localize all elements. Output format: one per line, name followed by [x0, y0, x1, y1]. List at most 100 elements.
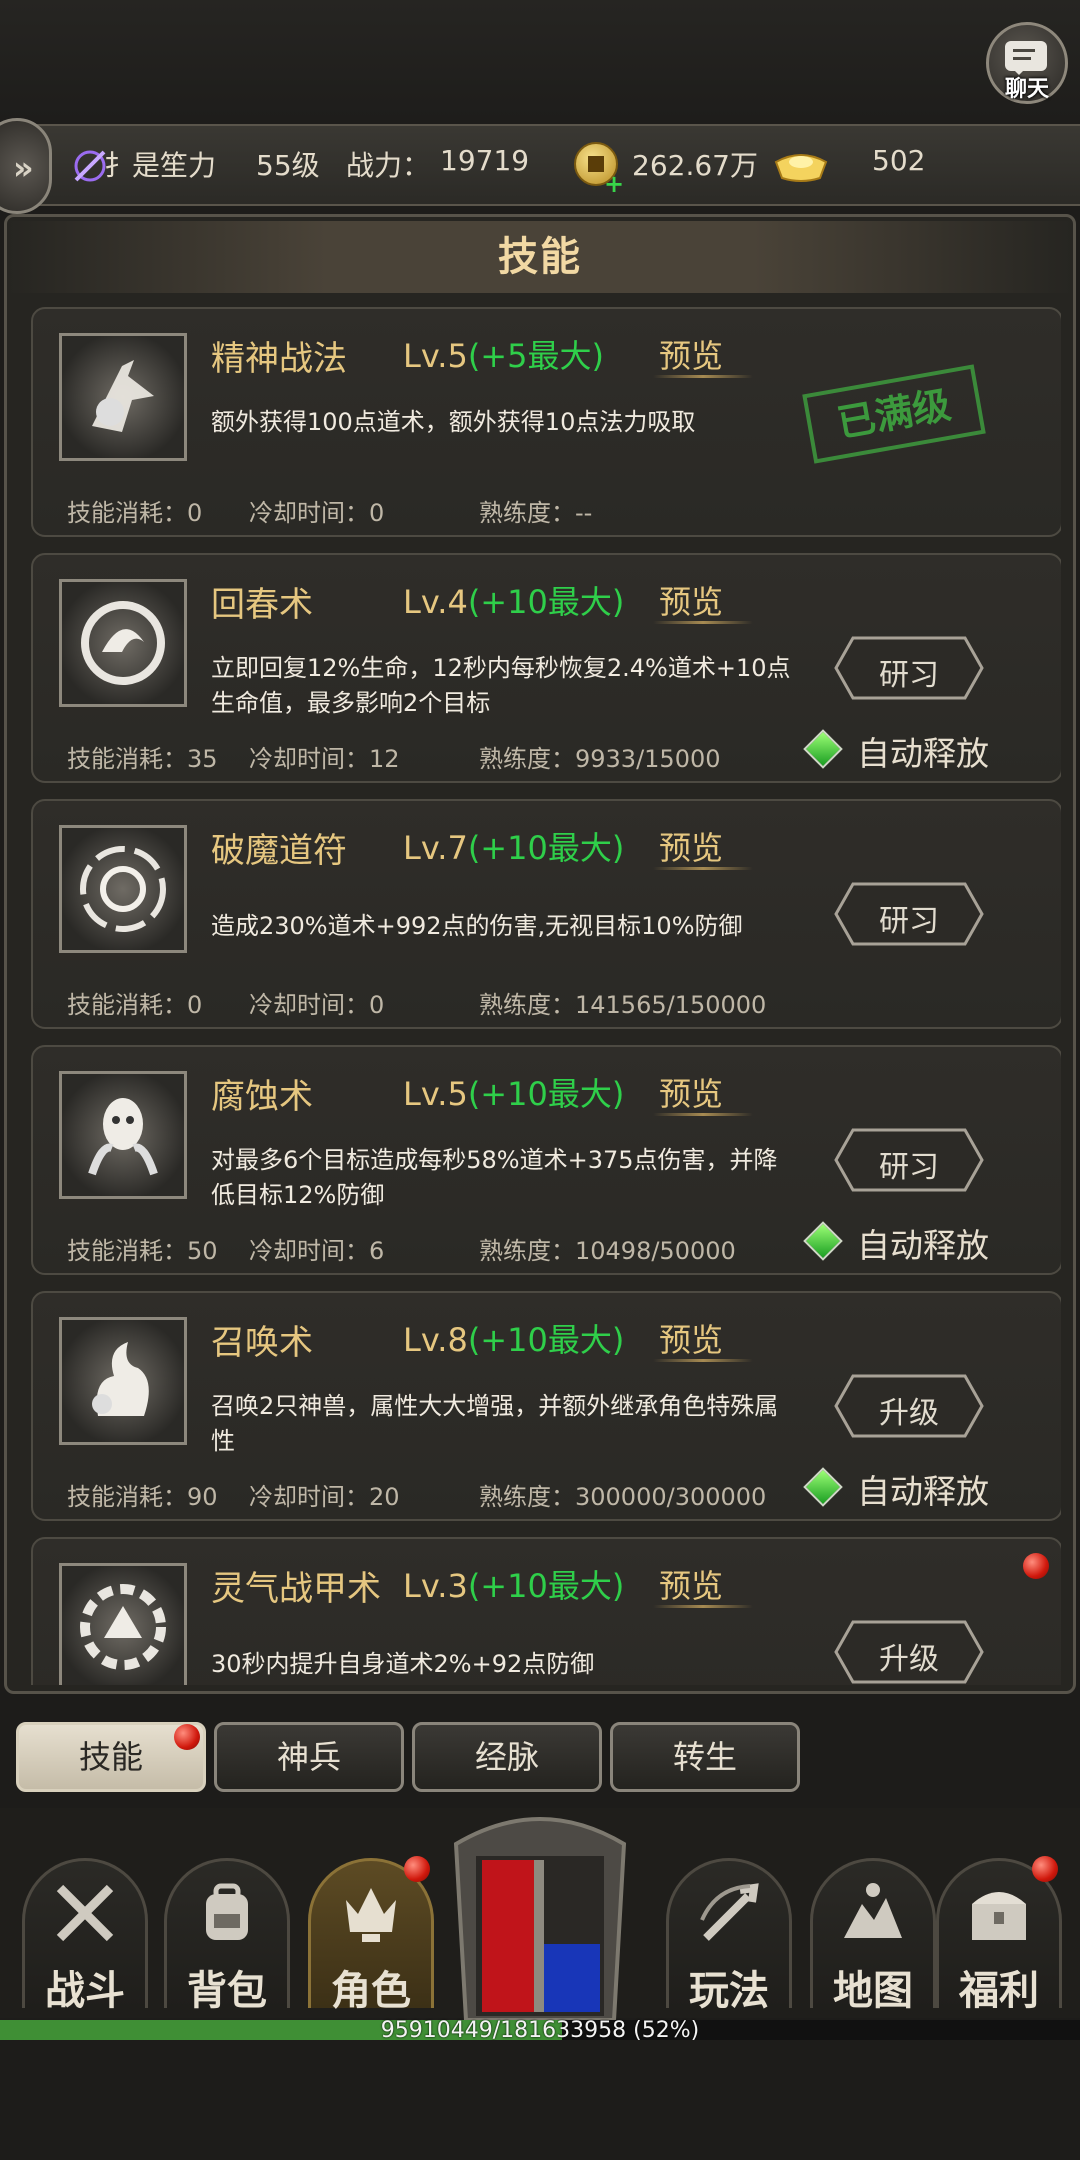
add-coin-icon[interactable]: + [604, 170, 624, 198]
skill-cost: 技能消耗：90 [67, 1483, 218, 1511]
skill-level-bonus: (+10最大) [467, 1567, 625, 1605]
skill-proficiency: 熟练度：10498/50000 [479, 1237, 736, 1265]
skill-name: 回春术 [211, 585, 313, 625]
chat-label: 聊天 [1004, 77, 1049, 102]
skill-proficiency: 熟练度：9933/15000 [479, 745, 721, 773]
skill-card[interactable]: 召唤术 Lv.8(+10最大) 预览 召唤2只神兽，属性大大增强，并额外继承角色… [31, 1291, 1061, 1521]
panel-title: 技能 [7, 221, 1073, 293]
skill-card[interactable]: 精神战法 Lv.5(+5最大) 预览 额外获得100点道术，额外获得10点法力吸… [31, 307, 1061, 537]
skill-level: Lv.3(+10最大) [403, 1567, 625, 1605]
nav-label: 背包 [187, 1968, 267, 2014]
tab-divine-weapon[interactable]: 神兵 [214, 1722, 404, 1792]
notification-dot [404, 1856, 430, 1882]
skill-level-bonus: (+10最大) [467, 583, 625, 621]
nav-label: 福利 [959, 1968, 1039, 2014]
chevron-right-icon: » [13, 149, 34, 187]
nav-battle[interactable]: 战斗 [22, 1858, 148, 2014]
skill-proficiency: 熟练度：-- [479, 499, 593, 527]
skill-proficiency: 熟练度：141565/150000 [479, 991, 767, 1019]
nav-backpack[interactable]: 背包 [164, 1858, 290, 2014]
skill-name: 破魔道符 [211, 831, 347, 871]
chat-button[interactable]: 聊天 [986, 22, 1068, 104]
preview-underline [653, 867, 753, 870]
green-gem-icon [803, 1467, 843, 1507]
preview-underline [653, 621, 753, 624]
skill-level-bonus: (+5最大) [467, 337, 604, 375]
skill-cost: 技能消耗：0 [67, 499, 203, 527]
skill-name: 召唤术 [211, 1323, 313, 1363]
nav-map[interactable]: 地图 [810, 1858, 936, 2014]
power-label: 战力： [346, 149, 431, 182]
coin-amount: 262.67万 [632, 149, 758, 182]
skill-cost: 技能消耗：0 [67, 991, 203, 1019]
skill-card[interactable]: 灵气战甲术 Lv.3(+10最大) 预览 30秒内提升自身道术2%+92点防御 … [31, 1537, 1061, 1685]
skill-level: Lv.7(+10最大) [403, 829, 625, 867]
chat-icon [1005, 41, 1047, 75]
study-button[interactable]: 研习 [833, 635, 985, 701]
skill-level-bonus: (+10最大) [467, 1321, 625, 1359]
preview-underline [653, 1359, 753, 1362]
skill-description: 召唤2只神兽，属性大大增强，并额外继承角色特殊属性 [211, 1392, 779, 1455]
study-button-label: 研习 [879, 658, 939, 693]
demon-breaking-talisman-skill-icon [59, 825, 187, 953]
skill-level: Lv.4(+10最大) [403, 583, 625, 621]
skill-cost: 技能消耗：35 [67, 745, 218, 773]
skill-name: 精神战法 [211, 339, 347, 379]
upgrade-button[interactable]: 升级 [833, 1373, 985, 1439]
portal-gate-icon[interactable] [446, 1804, 634, 2020]
max-level-stamp: 已满级 [802, 364, 986, 464]
skill-level-bonus: (+10最大) [467, 1075, 625, 1113]
skill-level-bonus: (+10最大) [467, 829, 625, 867]
preview-link[interactable]: 预览 [659, 1069, 723, 1115]
skill-card[interactable]: 破魔道符 Lv.7(+10最大) 预览 造成230%道术+992点的伤害,无视目… [31, 799, 1061, 1029]
skill-level: Lv.5(+5最大) [403, 337, 604, 375]
preview-underline [653, 1113, 753, 1116]
skill-name: 腐蚀术 [211, 1077, 313, 1117]
notification-dot [174, 1724, 200, 1750]
spirit-armor-skill-icon [59, 1563, 187, 1685]
auto-cast-label: 自动释放 [857, 734, 989, 773]
preview-link[interactable]: 预览 [659, 331, 723, 377]
sword-slash-icon [700, 1883, 759, 1941]
player-level: 55级 [256, 149, 320, 182]
green-gem-icon [803, 1221, 843, 1261]
skill-cooldown: 冷却时间：6 [249, 1237, 385, 1265]
spirit-tactics-skill-icon [59, 333, 187, 461]
skill-card[interactable]: 腐蚀术 Lv.5(+10最大) 预览 对最多6个目标造成每秒58%道术+375点… [31, 1045, 1061, 1275]
power-value: 19719 [440, 144, 530, 177]
study-button-label: 研习 [879, 1150, 939, 1185]
backpack-icon [206, 1883, 248, 1940]
skill-cost: 技能消耗：50 [67, 1237, 218, 1265]
study-button-label: 研习 [879, 904, 939, 939]
auto-cast-label: 自动释放 [857, 1472, 989, 1511]
helmet-icon [346, 1888, 396, 1942]
study-button[interactable]: 研习 [833, 1127, 985, 1193]
upgrade-button[interactable]: 升级 [833, 1619, 985, 1685]
nav-label: 角色 [331, 1968, 411, 2014]
study-button[interactable]: 研习 [833, 881, 985, 947]
preview-link[interactable]: 预览 [659, 823, 723, 869]
preview-link[interactable]: 预览 [659, 1315, 723, 1361]
skill-card[interactable]: 回春术 Lv.4(+10最大) 预览 立即回复12%生命，12秒内每秒恢复2.4… [31, 553, 1061, 783]
tab-rebirth[interactable]: 转生 [610, 1722, 800, 1792]
preview-underline [653, 375, 753, 378]
notification-dot [1023, 1553, 1049, 1579]
nav-gameplay[interactable]: 玩法 [666, 1858, 792, 2014]
treasure-chest-icon [972, 1892, 1026, 1940]
skill-description: 对最多6个目标造成每秒58%道术+375点伤害，并降低目标12%防御 [211, 1146, 778, 1209]
rejuvenation-skill-icon [59, 579, 187, 707]
preview-link[interactable]: 预览 [659, 1561, 723, 1607]
player-name: 扌是笙力 [104, 149, 217, 182]
expand-button[interactable]: » [0, 118, 52, 214]
nav-label: 地图 [833, 1968, 913, 2014]
green-gem-icon [803, 729, 843, 769]
crossed-swords-icon [56, 1884, 114, 1942]
preview-link[interactable]: 预览 [659, 577, 723, 623]
skill-list[interactable]: 精神战法 Lv.5(+5最大) 预览 额外获得100点道术，额外获得10点法力吸… [25, 295, 1061, 1685]
skill-description: 造成230%道术+992点的伤害,无视目标10%防御 [211, 912, 743, 940]
upgrade-button-label: 升级 [879, 1396, 939, 1431]
nav-label: 战斗 [45, 1968, 125, 2014]
skill-level: Lv.8(+10最大) [403, 1321, 625, 1359]
nav-label: 玩法 [689, 1968, 769, 2014]
tab-meridians[interactable]: 经脉 [412, 1722, 602, 1792]
